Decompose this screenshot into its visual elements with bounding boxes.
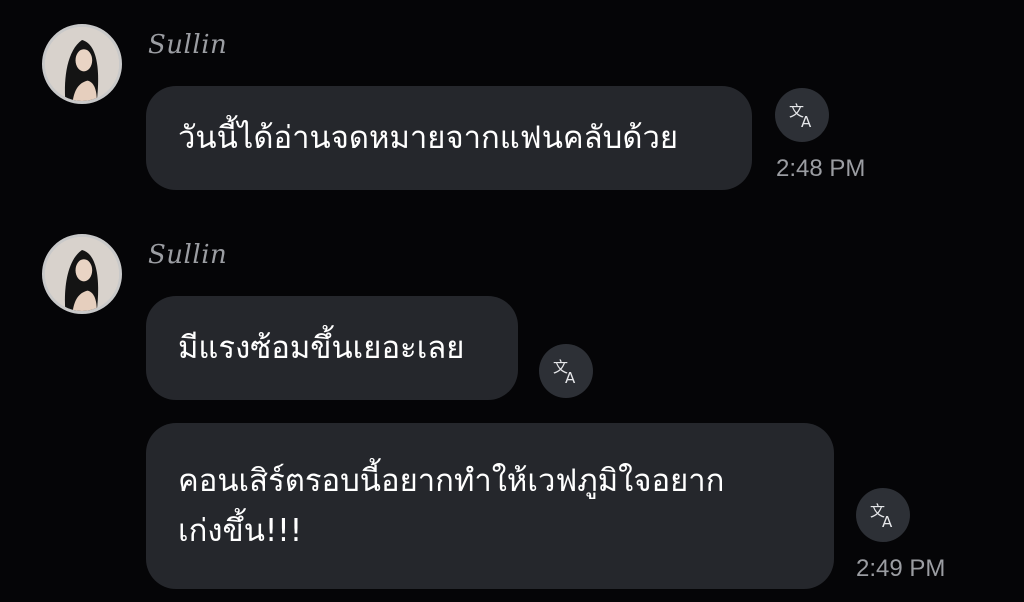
svg-text:A: A <box>882 513 893 530</box>
message-bubble[interactable]: มีแรงซ้อมขึ้นเยอะเลย <box>146 296 518 400</box>
timestamp: 2:48 PM <box>776 155 866 182</box>
message-text-line: คอนเสิร์ตรอบนี้อยากทำให้เวฟภูมิใจอยาก <box>178 463 725 499</box>
message-bubble[interactable]: วันนี้ได้อ่านจดหมายจากแฟนคลับด้วย <box>146 86 752 190</box>
message-text: วันนี้ได้อ่านจดหมายจากแฟนคลับด้วย <box>178 120 679 156</box>
message-text-line: เก่งขึ้น!!! <box>178 513 303 549</box>
translate-icon: 文 A <box>870 502 893 530</box>
translate-button[interactable]: 文 A <box>775 88 829 142</box>
avatar[interactable] <box>42 24 122 104</box>
translate-button[interactable]: 文 A <box>856 488 910 542</box>
sender-name: Sullin <box>148 240 228 270</box>
translate-button[interactable]: 文 A <box>539 344 593 398</box>
translate-icon: 文 A <box>789 102 812 130</box>
sender-name: Sullin <box>148 30 228 60</box>
avatar-photo <box>45 27 119 101</box>
message-text: มีแรงซ้อมขึ้นเยอะเลย <box>178 330 465 366</box>
svg-text:A: A <box>801 113 812 130</box>
avatar-photo <box>45 237 119 311</box>
timestamp: 2:49 PM <box>856 555 946 582</box>
avatar[interactable] <box>42 234 122 314</box>
translate-icon: 文 A <box>553 358 576 386</box>
message-bubble[interactable]: คอนเสิร์ตรอบนี้อยากทำให้เวฟภูมิใจอยาก เก… <box>146 423 834 589</box>
svg-text:A: A <box>565 369 576 386</box>
